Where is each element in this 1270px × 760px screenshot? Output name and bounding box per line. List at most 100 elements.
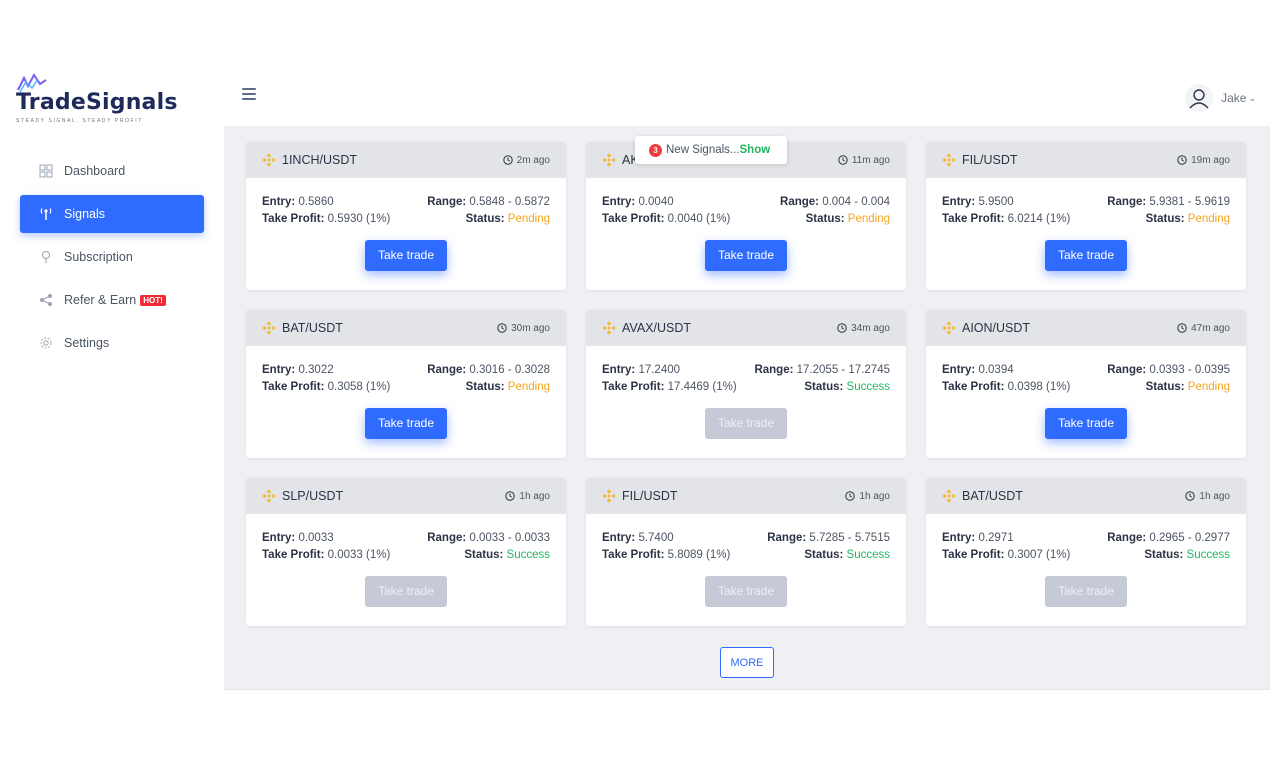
menu-toggle-button[interactable] — [242, 88, 256, 100]
signal-time: 30m ago — [511, 322, 550, 334]
new-signals-toast[interactable]: 3 New Signals... Show — [635, 136, 787, 164]
signal-pair: FIL/USDT — [962, 153, 1018, 167]
signal-entry: Entry: 0.0033 — [262, 532, 334, 544]
take-trade-button[interactable]: Take trade — [1045, 408, 1127, 439]
signal-entry: Entry: 0.5860 — [262, 196, 334, 208]
share-icon — [38, 292, 54, 308]
signal-take-profit: Take Profit: 0.5930 (1%) — [262, 213, 391, 225]
main-content: 1INCH/USDT 2m ago Entry: 0.5860 Range: 0… — [224, 126, 1270, 690]
signal-status: Status: Pending — [1145, 213, 1230, 225]
signal-range: Range: 0.2965 - 0.2977 — [1107, 532, 1230, 544]
sidebar: TradeSignals STEADY SIGNAL, STEADY PROFI… — [0, 60, 224, 700]
sidebar-item-signals[interactable]: Signals — [20, 195, 204, 233]
signal-range: Range: 17.2055 - 17.2745 — [754, 364, 890, 376]
signal-time: 1h ago — [859, 490, 890, 502]
binance-coin-icon — [262, 153, 276, 167]
signal-card: 1INCH/USDT 2m ago Entry: 0.5860 Range: 0… — [246, 142, 566, 290]
user-icon — [1189, 89, 1209, 109]
clock-icon — [505, 491, 516, 501]
signal-card-header: FIL/USDT 1h ago — [586, 478, 906, 514]
clock-icon — [502, 155, 513, 165]
user-menu[interactable]: Jake ⌄ — [1185, 84, 1256, 112]
signal-card: FIL/USDT 19m ago Entry: 5.9500 Range: 5.… — [926, 142, 1246, 290]
signal-time: 2m ago — [516, 154, 550, 166]
clock-icon — [845, 491, 856, 501]
signal-entry: Entry: 0.3022 — [262, 364, 334, 376]
binance-coin-icon — [602, 321, 616, 335]
hot-badge: HOT! — [140, 294, 166, 306]
signals-grid: 1INCH/USDT 2m ago Entry: 0.5860 Range: 0… — [246, 142, 1246, 626]
sidebar-item-label: Refer & Earn — [64, 293, 137, 307]
signal-card: BAT/USDT 30m ago Entry: 0.3022 Range: 0.… — [246, 310, 566, 458]
binance-coin-icon — [942, 153, 956, 167]
sidebar-item-refer[interactable]: Refer & Earn HOT! — [20, 281, 204, 319]
signal-card: BAT/USDT 1h ago Entry: 0.2971 Range: 0.2… — [926, 478, 1246, 626]
signal-card: FIL/USDT 1h ago Entry: 5.7400 Range: 5.7… — [586, 478, 906, 626]
signal-range: Range: 5.9381 - 5.9619 — [1107, 196, 1230, 208]
sidebar-item-label: Signals — [64, 207, 105, 221]
signal-take-profit: Take Profit: 0.0040 (1%) — [602, 213, 731, 225]
signal-time: 47m ago — [1191, 322, 1230, 334]
sidebar-item-dashboard[interactable]: Dashboard — [20, 152, 204, 190]
take-trade-button[interactable]: Take trade — [705, 408, 787, 439]
clock-icon — [497, 323, 507, 333]
signal-entry: Entry: 0.0394 — [942, 364, 1014, 376]
avatar — [1185, 84, 1214, 112]
clock-icon — [1177, 155, 1187, 165]
signal-time: 11m ago — [851, 154, 890, 166]
signal-time: 1h ago — [1199, 490, 1230, 502]
signal-status: Status: Pending — [1145, 381, 1230, 393]
binance-coin-icon — [602, 489, 616, 503]
take-trade-button[interactable]: Take trade — [1045, 240, 1127, 271]
grid-icon — [38, 163, 54, 179]
take-trade-button[interactable]: Take trade — [705, 576, 787, 607]
hamburger-icon — [242, 88, 256, 90]
signal-pair: AVAX/USDT — [622, 321, 691, 335]
take-trade-button[interactable]: Take trade — [365, 240, 447, 271]
signal-pair: SLP/USDT — [282, 489, 344, 503]
signal-pair: BAT/USDT — [282, 321, 343, 335]
brand-logo[interactable]: TradeSignals STEADY SIGNAL, STEADY PROFI… — [16, 72, 177, 128]
take-trade-button[interactable]: Take trade — [365, 576, 447, 607]
take-trade-button[interactable]: Take trade — [1045, 576, 1127, 607]
signal-take-profit: Take Profit: 0.0033 (1%) — [262, 549, 391, 561]
binance-coin-icon — [262, 489, 276, 503]
signal-entry: Entry: 0.2971 — [942, 532, 1014, 544]
sidebar-item-label: Dashboard — [64, 164, 126, 178]
clock-icon — [1185, 491, 1196, 501]
toast-show-link[interactable]: Show — [740, 144, 771, 156]
take-trade-button[interactable]: Take trade — [705, 240, 787, 271]
sidebar-item-settings[interactable]: Settings — [20, 324, 204, 362]
signal-card-header: SLP/USDT 1h ago — [246, 478, 566, 514]
signal-range: Range: 5.7285 - 5.7515 — [767, 532, 890, 544]
clock-icon — [1177, 323, 1187, 333]
signal-card-header: BAT/USDT 1h ago — [926, 478, 1246, 514]
antenna-icon — [38, 206, 54, 222]
sidebar-item-subscription[interactable]: Subscription — [20, 238, 204, 276]
chevron-down-icon: ⌄ — [1248, 92, 1256, 103]
sidebar-item-label: Subscription — [64, 250, 133, 264]
more-button[interactable]: MORE — [720, 647, 774, 678]
signal-status: Status: Success — [464, 549, 550, 561]
signal-entry: Entry: 17.2400 — [602, 364, 681, 376]
signal-pair: 1INCH/USDT — [282, 153, 358, 167]
signal-take-profit: Take Profit: 0.3058 (1%) — [262, 381, 391, 393]
signal-range: Range: 0.0393 - 0.0395 — [1107, 364, 1230, 376]
gear-icon — [38, 335, 54, 351]
sidebar-item-label: Settings — [64, 336, 110, 350]
signal-entry: Entry: 5.7400 — [602, 532, 674, 544]
toast-text: New Signals... — [666, 144, 740, 156]
signal-take-profit: Take Profit: 17.4469 (1%) — [602, 381, 737, 393]
signal-time: 1h ago — [519, 490, 550, 502]
take-trade-button[interactable]: Take trade — [365, 408, 447, 439]
signal-time: 34m ago — [851, 322, 890, 334]
signal-status: Status: Success — [1144, 549, 1230, 561]
signal-take-profit: Take Profit: 6.0214 (1%) — [942, 213, 1071, 225]
clock-icon — [837, 323, 847, 333]
signal-card-header: AVAX/USDT 34m ago — [586, 310, 906, 346]
signal-card-header: FIL/USDT 19m ago — [926, 142, 1246, 178]
signal-card: AKRO/USDT 11m ago Entry: 0.0040 Range: 0… — [586, 142, 906, 290]
signal-status: Status: Pending — [465, 381, 550, 393]
signal-status: Status: Pending — [805, 213, 890, 225]
clock-icon — [838, 155, 848, 165]
